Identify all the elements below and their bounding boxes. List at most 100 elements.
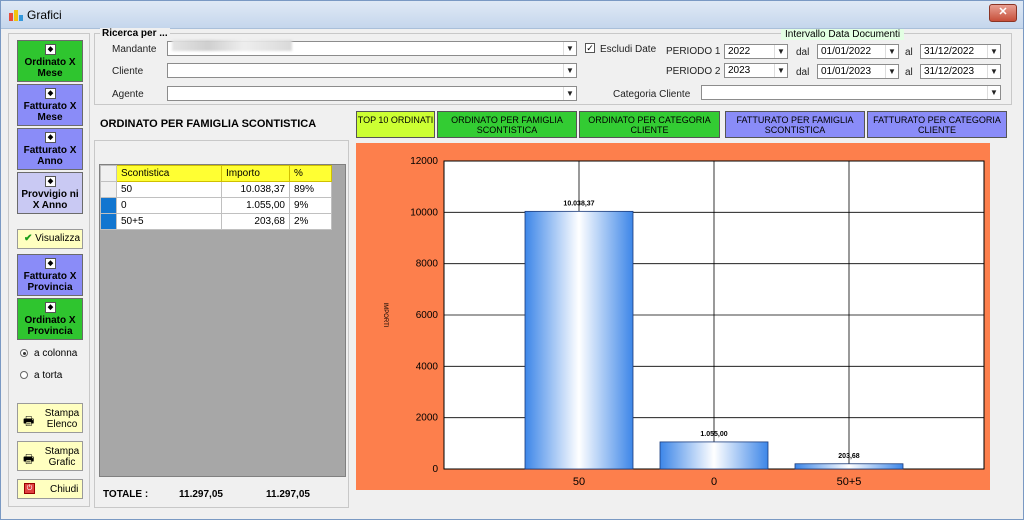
tab-ordinato-categoria-label: ORDINATO PER CATEGORIA CLIENTE	[588, 115, 711, 135]
tab-fatturato-categoria[interactable]: FATTURATO PER CATEGORIA CLIENTE	[867, 111, 1007, 138]
periodo2-year-select[interactable]: 2023 ▼	[724, 63, 788, 78]
row-header-selected[interactable]	[100, 197, 117, 214]
chevron-down-icon: ▼	[563, 87, 576, 100]
column-header-scontistica[interactable]: Scontistica	[116, 165, 222, 182]
agente-select[interactable]: ▼	[167, 86, 577, 101]
chiudi-button[interactable]: ⏻ Chiudi	[17, 479, 83, 499]
cell-percent: 2%	[289, 213, 332, 230]
mandante-label: Mandante	[112, 44, 157, 55]
bar	[524, 210, 634, 470]
window-title: Grafici	[27, 8, 62, 22]
column-header-percent[interactable]: %	[289, 165, 332, 182]
fatturato-x-anno-label: Fatturato X Anno	[23, 145, 77, 167]
a-torta-radio[interactable]: a torta	[20, 370, 62, 381]
title-bar: Grafici ✕	[1, 1, 1023, 29]
p1-dal-label: dal	[796, 47, 810, 58]
close-window-button[interactable]: ✕	[989, 4, 1017, 22]
chevron-down-icon: ▼	[885, 65, 898, 78]
radio-selected-icon	[20, 349, 28, 357]
chevron-down-icon: ▼	[774, 64, 787, 77]
app-icon	[9, 10, 23, 21]
table-row[interactable]: 50 10.038,37 89%	[100, 181, 332, 198]
tab-ordinato-categoria[interactable]: ORDINATO PER CATEGORIA CLIENTE	[579, 111, 720, 138]
chevron-down-icon: ▼	[563, 42, 576, 55]
row-header[interactable]	[100, 181, 117, 198]
chiudi-label: Chiudi	[50, 484, 79, 495]
fatturato-x-provincia-button[interactable]: ◆ Fatturato X Provincia	[17, 254, 83, 296]
p1-dal-value: 01/01/2022	[821, 46, 872, 57]
intervallo-data-label: Intervallo Data Documenti	[781, 29, 905, 40]
tab-fatturato-famiglia-label: FATTURATO PER FAMIGLIA SCONTISTICA	[736, 115, 854, 135]
stampa-grafico-label: Stampa Grafic	[44, 446, 80, 468]
cell-scontistica: 50	[116, 181, 222, 198]
agente-label: Agente	[112, 89, 144, 100]
tab-top10-ordinati[interactable]: TOP 10 ORDINATI	[356, 111, 435, 138]
y-tick-label: 8000	[416, 259, 439, 270]
tab-ordinato-famiglia[interactable]: ORDINATO PER FAMIGLIA SCONTISTICA	[437, 111, 577, 138]
stampa-elenco-label: Stampa Elenco	[44, 408, 80, 430]
p2-dal-datepicker[interactable]: 01/01/2023 ▼	[817, 64, 899, 79]
y-tick-label: 6000	[416, 310, 439, 321]
chart-icon: ◆	[45, 44, 56, 55]
escludi-date-checkbox[interactable]: ✓	[585, 43, 595, 53]
table-row[interactable]: 0 1.055,00 9%	[100, 197, 332, 214]
tab-fatturato-famiglia[interactable]: FATTURATO PER FAMIGLIA SCONTISTICA	[725, 111, 865, 138]
stampa-grafico-button[interactable]: 🖶 Stampa Grafic	[17, 441, 83, 471]
cell-scontistica: 50+5	[116, 213, 222, 230]
column-header-importo[interactable]: Importo	[221, 165, 290, 182]
p2-dal-value: 01/01/2023	[821, 66, 872, 77]
p1-al-value: 31/12/2022	[924, 46, 975, 57]
bar-data-label: 203,68	[838, 453, 860, 460]
chart-icon: ◆	[45, 88, 56, 99]
periodo1-label: PERIODO 1	[666, 46, 721, 57]
y-tick-label: 4000	[416, 361, 439, 372]
a-torta-label: a torta	[34, 370, 63, 381]
ordinato-x-provincia-button[interactable]: ◆ Ordinato X Provincia	[17, 298, 83, 340]
periodo2-year-value: 2023	[728, 65, 751, 76]
p1-dal-datepicker[interactable]: 01/01/2022 ▼	[817, 44, 899, 59]
fatturato-x-mese-button[interactable]: ◆ Fatturato X Mese	[17, 84, 83, 126]
chevron-down-icon: ▼	[987, 65, 1000, 78]
scontistica-grid[interactable]: Scontistica Importo % 50 10.038,37 89% 0…	[99, 164, 346, 477]
cell-importo: 203,68	[221, 213, 290, 230]
cliente-select[interactable]: ▼	[167, 63, 577, 78]
totale-label: TOTALE :	[103, 489, 149, 500]
ordinato-x-mese-label: Ordinato X Mese	[24, 57, 76, 79]
check-icon: ✔	[24, 233, 33, 244]
cell-importo: 10.038,37	[221, 181, 290, 198]
cell-percent: 89%	[289, 181, 332, 198]
p1-al-datepicker[interactable]: 31/12/2022 ▼	[920, 44, 1001, 59]
provvigioni-x-anno-label: Provvigio ni X Anno	[21, 189, 79, 211]
row-header-selected[interactable]	[100, 213, 117, 230]
provvigioni-x-anno-button[interactable]: ◆ Provvigio ni X Anno	[17, 172, 83, 214]
categoria-cliente-label: Categoria Cliente	[613, 89, 691, 100]
p2-al-datepicker[interactable]: 31/12/2023 ▼	[920, 64, 1001, 79]
x-tick-label: 50+5	[837, 476, 862, 488]
exit-icon: ⏻	[24, 483, 35, 494]
bar-data-label: 10.038,37	[563, 200, 594, 207]
chevron-down-icon: ▼	[774, 45, 787, 58]
a-colonna-radio[interactable]: a colonna	[20, 348, 77, 359]
scontistica-table: Scontistica Importo % 50 10.038,37 89% 0…	[100, 165, 332, 230]
printer-icon: 🖶	[23, 452, 35, 466]
stampa-elenco-button[interactable]: 🖶 Stampa Elenco	[17, 403, 83, 433]
y-tick-label: 10000	[410, 207, 438, 218]
chevron-down-icon: ▼	[885, 45, 898, 58]
visualizza-button[interactable]: ✔ Visualizza	[17, 229, 83, 249]
totale-value-2: 11.297,05	[266, 489, 310, 500]
tab-top10-label: TOP 10 ORDINATI	[357, 115, 434, 125]
table-row[interactable]: 50+5 203,68 2%	[100, 213, 332, 230]
categoria-cliente-select[interactable]: ▼	[701, 85, 1001, 100]
ordinato-x-mese-button[interactable]: ◆ Ordinato X Mese	[17, 40, 83, 82]
bar-data-label: 1.055,00	[700, 431, 727, 438]
fatturato-x-anno-button[interactable]: ◆ Fatturato X Anno	[17, 128, 83, 170]
chart-icon: ◆	[45, 258, 56, 269]
bar	[659, 441, 769, 470]
x-tick-label: 0	[711, 476, 717, 488]
escludi-date-label: Escludi Date	[600, 44, 657, 55]
visualizza-label: Visualizza	[35, 233, 81, 244]
fatturato-x-mese-label: Fatturato X Mese	[23, 101, 77, 123]
x-tick-label: 50	[573, 476, 585, 488]
periodo1-year-select[interactable]: 2022 ▼	[724, 44, 788, 59]
cell-scontistica: 0	[116, 197, 222, 214]
